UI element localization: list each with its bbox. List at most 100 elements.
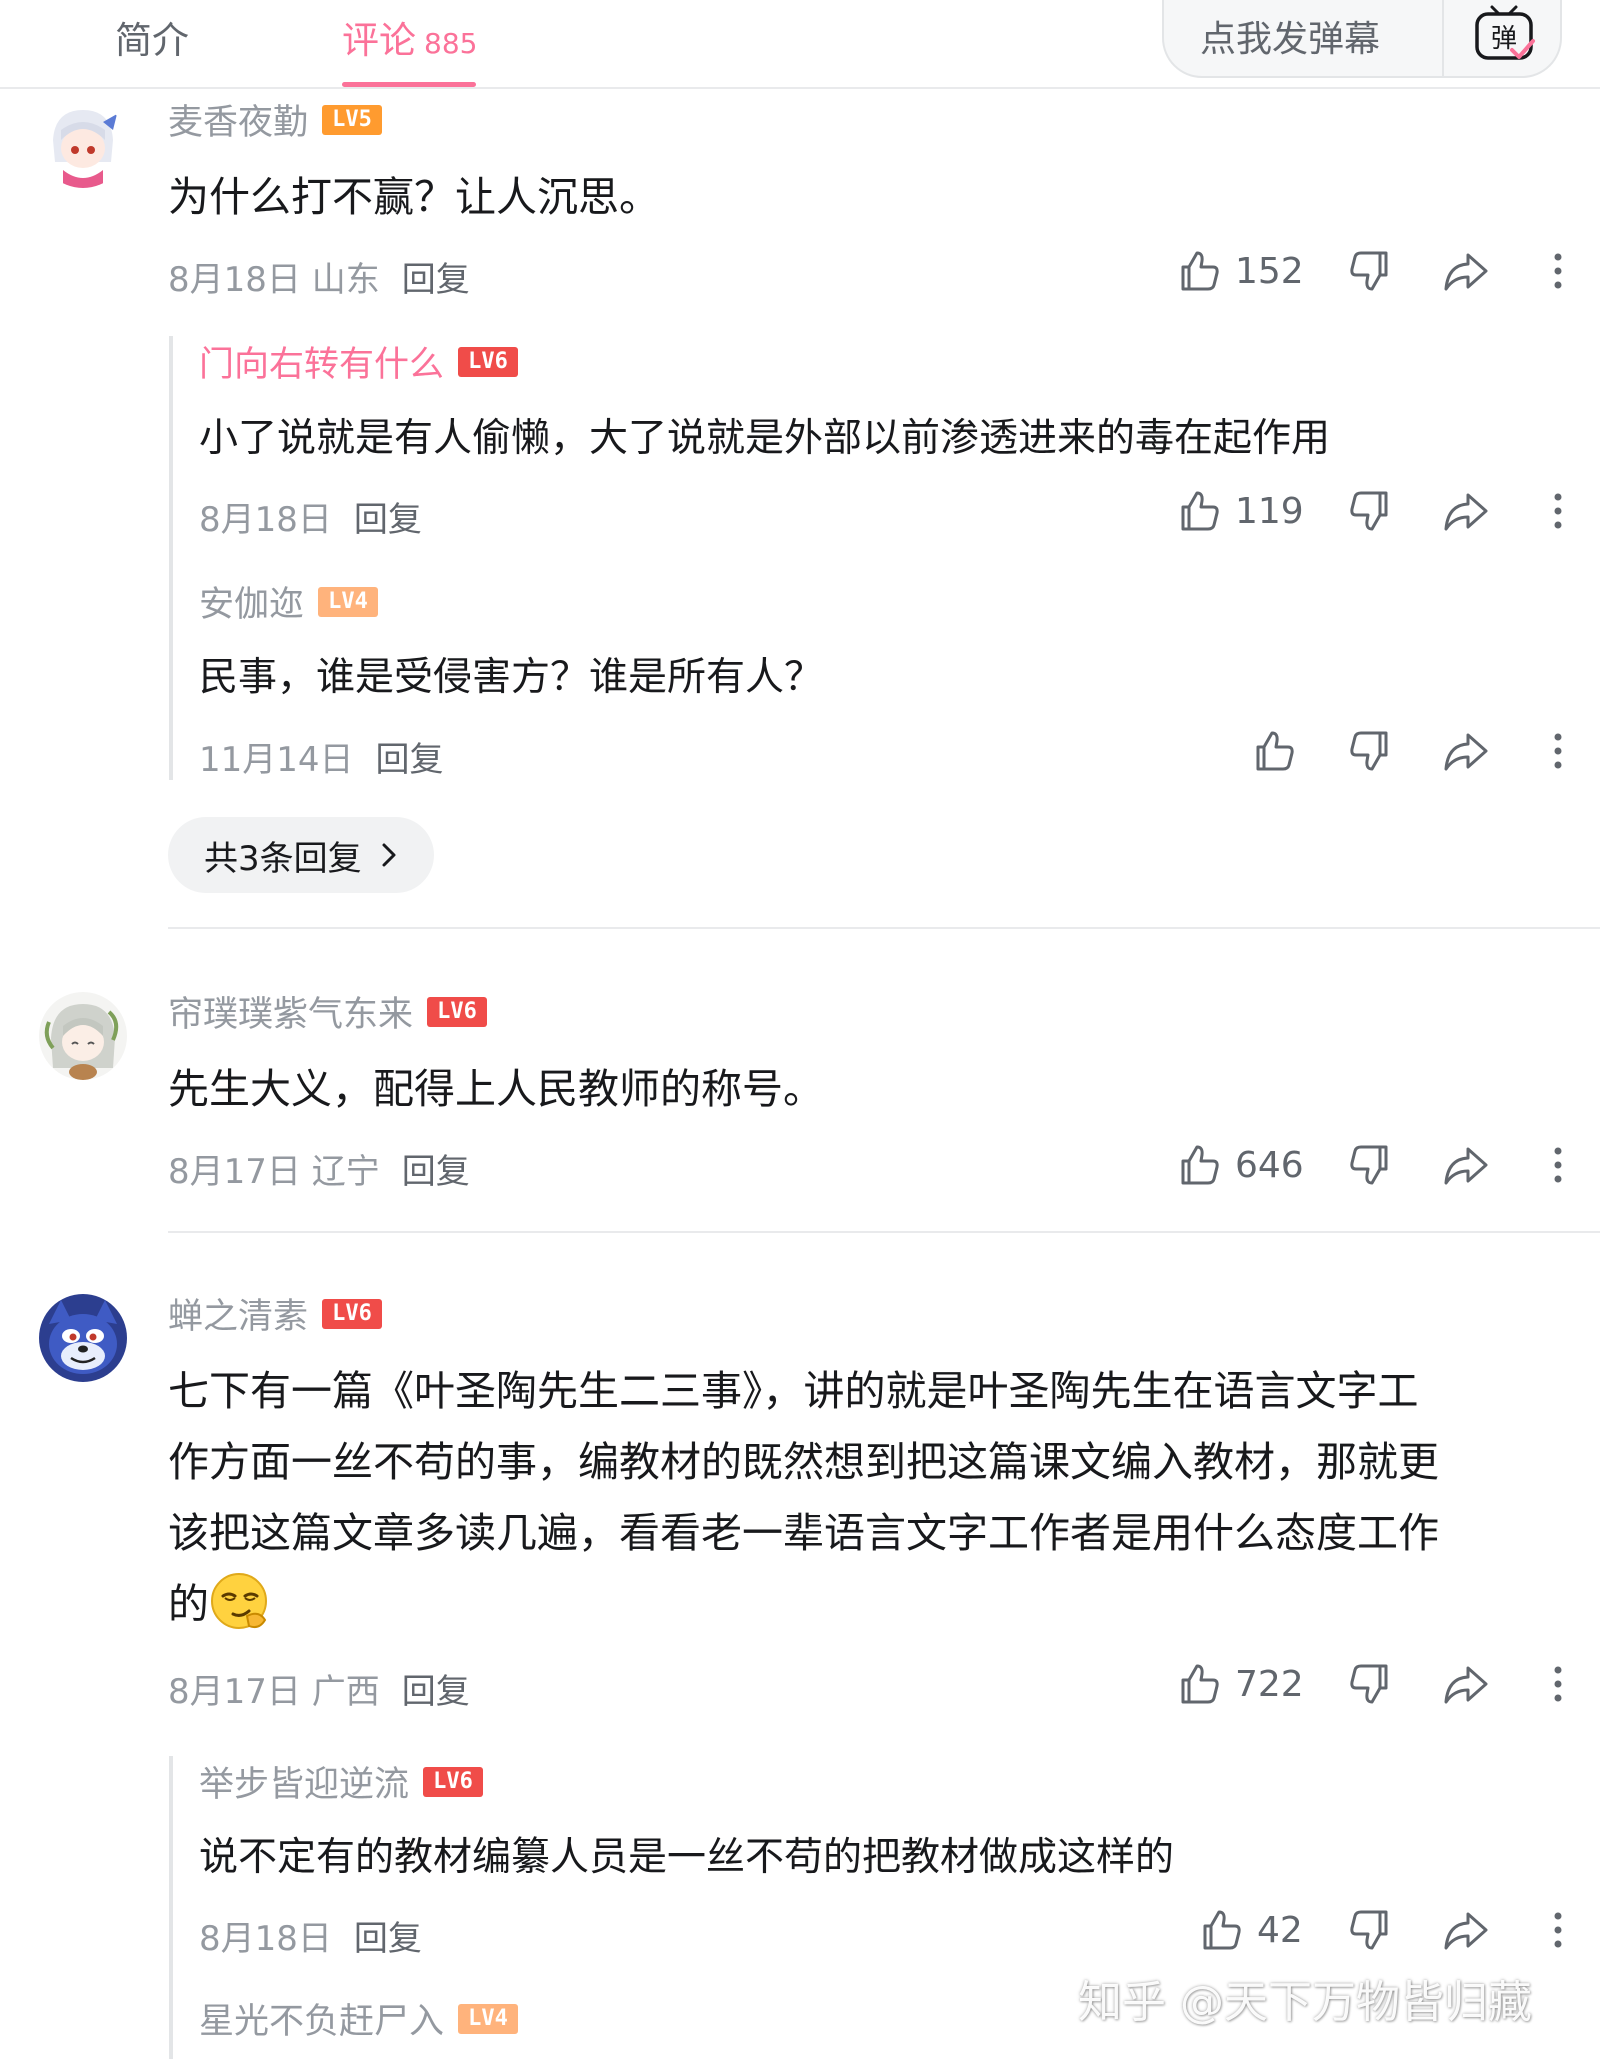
comment-text-line-last: 的 — [168, 1569, 1588, 1640]
dislike-button[interactable] — [1346, 1905, 1394, 1955]
level-badge: LV4 — [458, 2004, 519, 2034]
divider — [168, 927, 1600, 929]
thumbs-down-icon — [1350, 731, 1388, 771]
reply-button[interactable]: 回复 — [376, 740, 444, 780]
reply-button[interactable]: 回复 — [402, 260, 470, 300]
dislike-button[interactable] — [1346, 486, 1394, 536]
thumbs-up-icon — [1181, 1145, 1219, 1185]
reply-meta: 8月18日 回复 — [199, 1911, 422, 1960]
tab-intro[interactable]: 简介 — [115, 10, 189, 64]
more-options-button[interactable] — [1534, 726, 1582, 776]
reply-username[interactable]: 安伽迩 LV4 — [199, 576, 379, 627]
reply-thread-bar — [169, 1756, 173, 2059]
avatar[interactable] — [39, 992, 127, 1080]
level-badge: LV6 — [322, 1299, 383, 1329]
tab-comments[interactable]: 评论 885 — [342, 10, 477, 64]
share-button[interactable] — [1442, 1140, 1490, 1190]
like-button[interactable] — [1250, 726, 1298, 776]
username-text[interactable]: 星光不负赶尸入 — [199, 2002, 444, 2042]
like-button[interactable]: 646 — [1175, 1140, 1304, 1190]
view-all-replies-label: 共3条回复 — [204, 838, 362, 879]
comment-username[interactable]: 帘璞璞紫气东来 LV6 — [168, 986, 488, 1037]
reply-username[interactable]: 举步皆迎逆流 LV6 — [199, 1756, 484, 1807]
share-icon — [1444, 1912, 1488, 1950]
comment-date: 8月17日 — [168, 1672, 301, 1712]
share-button[interactable] — [1442, 1659, 1490, 1709]
comment-text-line: 作方面一丝不苟的事，编教材的既然想到把这篇课文编入教材，那就更 — [168, 1438, 1439, 1486]
more-options-button[interactable] — [1534, 1905, 1582, 1955]
reply-meta: 11月14日 回复 — [199, 732, 444, 781]
share-icon — [1444, 493, 1488, 531]
share-button[interactable] — [1442, 726, 1490, 776]
reply-button[interactable]: 回复 — [402, 1152, 470, 1192]
like-count: 646 — [1235, 1144, 1304, 1186]
comment-username[interactable]: 麦香夜勤 LV5 — [168, 94, 383, 145]
comment-location: 山东 — [311, 260, 380, 300]
thumbs-up-icon — [1181, 1664, 1219, 1704]
share-icon — [1444, 1147, 1488, 1185]
comment-username[interactable]: 蝉之清素 LV6 — [168, 1288, 383, 1339]
avatar[interactable] — [39, 1294, 127, 1382]
active-tab-indicator — [342, 82, 476, 87]
reply-date: 8月18日 — [199, 1919, 332, 1959]
username-text[interactable]: 蝉之清素 — [168, 1297, 308, 1337]
share-button[interactable] — [1442, 246, 1490, 296]
reply-username[interactable]: 星光不负赶尸入 LV4 — [199, 1993, 519, 2044]
thumbs-down-icon — [1350, 251, 1388, 291]
more-options-button[interactable] — [1534, 1140, 1582, 1190]
username-text[interactable]: 安伽迩 — [199, 585, 304, 625]
comment-text-line: 的 — [168, 1580, 209, 1628]
like-count: 722 — [1235, 1663, 1304, 1705]
comment-text-line: 七下有一篇《叶圣陶先生二三事》，讲的就是叶圣陶先生在语言文字工 — [168, 1367, 1419, 1415]
reply-date: 11月14日 — [199, 740, 354, 780]
share-button[interactable] — [1442, 486, 1490, 536]
like-button[interactable]: 119 — [1175, 486, 1304, 536]
reply-button[interactable]: 回复 — [354, 500, 422, 540]
reply-button[interactable]: 回复 — [402, 1672, 470, 1712]
comment-text: 七下有一篇《叶圣陶先生二三事》，讲的就是叶圣陶先生在语言文字工 作方面一丝不苟的… — [168, 1356, 1588, 1640]
comment-text: 先生大义，配得上人民教师的称号。 — [168, 1065, 824, 1113]
comment-location: 广西 — [311, 1672, 380, 1712]
thumbs-down-icon — [1350, 1910, 1388, 1950]
watermark: 知乎 @天下万物皆归藏 — [1078, 1977, 1532, 2028]
reply-text: 小了说就是有人偷懒，大了说就是外部以前渗透进来的毒在起作用 — [199, 416, 1331, 461]
view-all-replies-button[interactable]: 共3条回复 — [168, 817, 434, 893]
dislike-button[interactable] — [1346, 246, 1394, 296]
level-badge: LV6 — [423, 1767, 484, 1797]
like-button[interactable]: 42 — [1197, 1905, 1303, 1955]
more-vertical-icon — [1554, 1912, 1562, 1948]
reply-text: 说不定有的教材编纂人员是一丝不苟的把教材做成这样的 — [199, 1835, 1175, 1880]
comment-meta: 8月18日 山东 回复 — [168, 252, 470, 301]
reply-meta: 8月18日 回复 — [199, 492, 422, 541]
more-options-button[interactable] — [1534, 1659, 1582, 1709]
thumbs-up-icon — [1203, 1910, 1241, 1950]
reply-button[interactable]: 回复 — [354, 1919, 422, 1959]
like-button[interactable]: 722 — [1175, 1659, 1304, 1709]
more-vertical-icon — [1554, 253, 1562, 289]
comment-text: 为什么打不赢？让人沉思。 — [168, 173, 660, 221]
thumbs-up-icon — [1181, 491, 1219, 531]
avatar[interactable] — [39, 100, 127, 188]
dislike-button[interactable] — [1346, 1659, 1394, 1709]
smirk-emoji-icon — [209, 1570, 271, 1632]
danmaku-input[interactable]: 点我发弹幕 — [1200, 10, 1380, 62]
comment-text-line: 该把这篇文章多读几遍，看看老一辈语言文字工作者是用什么态度工作 — [168, 1509, 1439, 1557]
share-icon — [1444, 253, 1488, 291]
dislike-button[interactable] — [1346, 726, 1394, 776]
level-badge: LV6 — [458, 347, 519, 377]
username-text[interactable]: 麦香夜勤 — [168, 103, 308, 143]
like-button[interactable]: 152 — [1175, 246, 1304, 296]
dislike-button[interactable] — [1346, 1140, 1394, 1190]
username-text[interactable]: 门向右转有什么 — [199, 345, 444, 385]
more-options-button[interactable] — [1534, 486, 1582, 536]
reply-thread-bar — [169, 336, 173, 780]
thumbs-up-icon — [1181, 251, 1219, 291]
like-count: 42 — [1257, 1909, 1303, 1951]
username-text[interactable]: 帘璞璞紫气东来 — [168, 995, 413, 1035]
danmaku-toggle-icon[interactable]: 弹 — [1472, 4, 1538, 66]
more-vertical-icon — [1554, 1147, 1562, 1183]
share-button[interactable] — [1442, 1905, 1490, 1955]
reply-username[interactable]: 门向右转有什么 LV6 — [199, 336, 519, 387]
more-options-button[interactable] — [1534, 246, 1582, 296]
username-text[interactable]: 举步皆迎逆流 — [199, 1765, 409, 1805]
